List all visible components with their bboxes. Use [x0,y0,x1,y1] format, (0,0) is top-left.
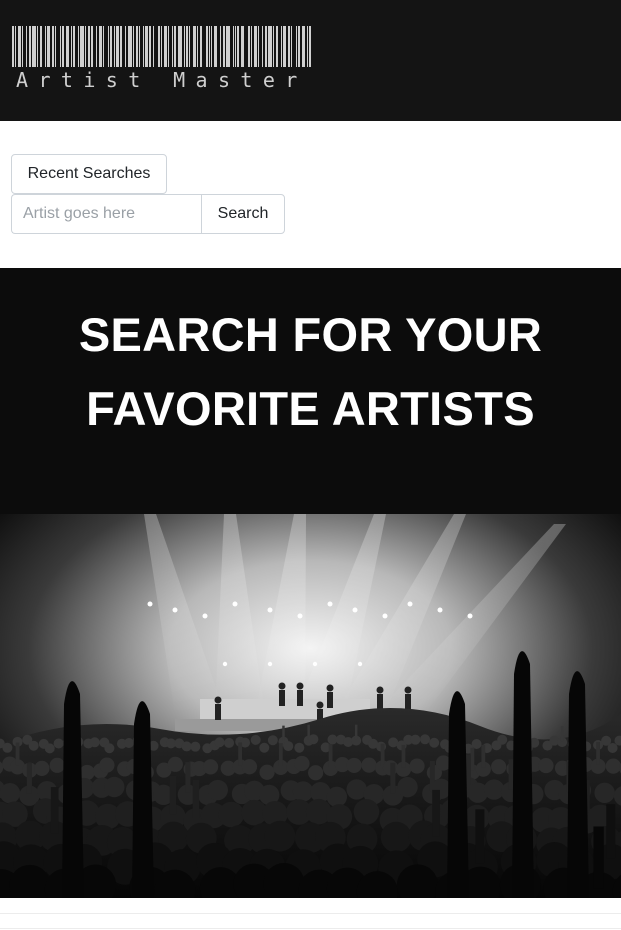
logo-text: Artist Master [16,68,308,92]
hero-title-line-2: FAVORITE ARTISTS [86,382,535,435]
search-area: Recent Searches Search [0,121,621,268]
hero-title-line-1: SEARCH FOR YOUR [78,308,543,361]
site-header: Artist Master [0,0,621,121]
concert-crowd-image [0,514,621,898]
recent-searches-button[interactable]: Recent Searches [11,154,167,194]
search-button[interactable]: Search [201,194,285,234]
hero-banner: SEARCH FOR YOUR FAVORITE ARTISTS [0,268,621,514]
hero-title: SEARCH FOR YOUR FAVORITE ARTISTS [0,298,621,446]
barcode-icon [12,26,311,67]
artist-search-input[interactable] [11,194,202,234]
concert-photo [0,514,621,898]
divider [0,913,621,914]
page-footer [0,898,621,930]
divider [0,928,621,929]
artist-master-logo[interactable]: Artist Master [12,26,312,92]
search-form: Search [11,194,285,234]
